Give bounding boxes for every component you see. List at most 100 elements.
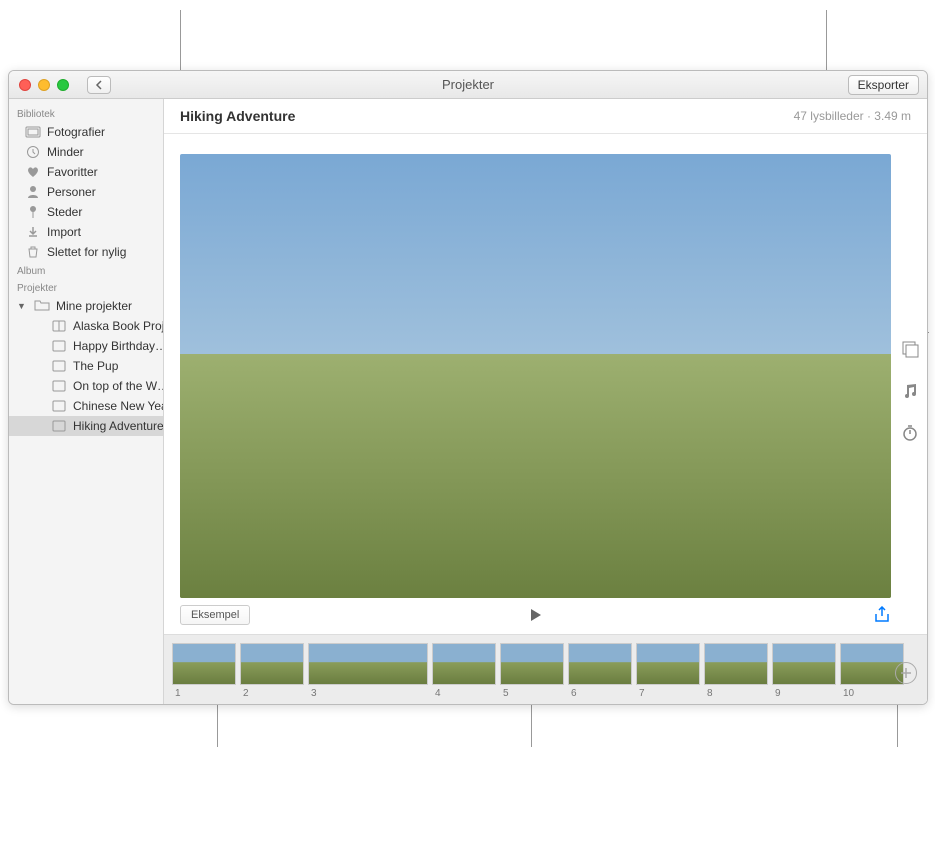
close-window-button[interactable]	[19, 79, 31, 91]
slideshow-icon	[51, 399, 67, 413]
sidebar-item-label: Hiking Adventure	[73, 419, 163, 433]
slideshow-icon	[51, 339, 67, 353]
slide-thumbnail[interactable]: 5	[500, 643, 564, 697]
slide-preview[interactable]	[180, 154, 891, 598]
sidebar-item-memories[interactable]: Minder	[9, 142, 163, 162]
sidebar-item-label: On top of the W…	[73, 379, 163, 393]
photos-icon	[25, 125, 41, 139]
window-title: Projekter	[9, 77, 927, 92]
export-button[interactable]: Eksporter	[848, 75, 919, 95]
sidebar-item-photos[interactable]: Fotografier	[9, 122, 163, 142]
sidebar-project-item-selected[interactable]: Hiking Adventure	[9, 416, 163, 436]
sidebar-item-label: Steder	[47, 205, 82, 219]
play-button[interactable]	[528, 607, 544, 623]
sidebar-item-label: Personer	[47, 185, 96, 199]
photo-subject	[540, 418, 620, 568]
sidebar-item-label: Minder	[47, 145, 84, 159]
thumbnail-number: 4	[435, 688, 441, 699]
thumbnail-number: 6	[571, 688, 577, 699]
sidebar-section-library: Bibliotek	[9, 105, 163, 122]
slideshow-icon	[51, 359, 67, 373]
sidebar-item-import[interactable]: Import	[9, 222, 163, 242]
zoom-window-button[interactable]	[57, 79, 69, 91]
sidebar-section-projects: Projekter	[9, 279, 163, 296]
slide-thumbnail[interactable]: 2	[240, 643, 304, 697]
sidebar-item-label: The Pup	[73, 359, 118, 373]
slide-thumbnail[interactable]: 4	[432, 643, 496, 697]
main-header: Hiking Adventure 47 lysbilleder · 3.49 m	[164, 99, 927, 134]
slideshow-icon	[51, 379, 67, 393]
stopwatch-icon	[901, 424, 919, 442]
sidebar-item-my-projects[interactable]: ▼ Mine projekter	[9, 296, 163, 316]
clock-icon	[25, 145, 41, 159]
slide-thumbnail[interactable]: 3	[308, 643, 428, 697]
person-icon	[25, 185, 41, 199]
timer-button[interactable]	[900, 423, 920, 443]
titlebar: Projekter Eksporter	[9, 71, 927, 99]
right-toolbar	[892, 339, 928, 443]
music-icon	[901, 382, 919, 400]
slide-thumbnail[interactable]: 6	[568, 643, 632, 697]
sidebar-project-item[interactable]: The Pup	[9, 356, 163, 376]
thumbnail-number: 7	[639, 688, 645, 699]
sidebar-section-album: Album	[9, 262, 163, 279]
thumbnail-strip[interactable]: 1 2 3 4 5 6 7 8 9 10	[164, 634, 927, 704]
slideshow-icon	[51, 419, 67, 433]
sidebar-item-label: Fotografier	[47, 125, 105, 139]
sidebar-item-label: Mine projekter	[56, 299, 132, 313]
app-window: Projekter Eksporter Bibliotek Fotografie…	[8, 70, 928, 705]
thumbnail-number: 5	[503, 688, 509, 699]
slide-thumbnail[interactable]: 7	[636, 643, 700, 697]
main-content: Hiking Adventure 47 lysbilleder · 3.49 m…	[164, 99, 927, 704]
thumbnail-number: 2	[243, 688, 249, 699]
sidebar-project-item[interactable]: On top of the W…	[9, 376, 163, 396]
sidebar-item-label: Favoritter	[47, 165, 98, 179]
sidebar-project-item[interactable]: Happy Birthday…	[9, 336, 163, 356]
download-icon	[25, 225, 41, 239]
minimize-window-button[interactable]	[38, 79, 50, 91]
thumbnail-number: 8	[707, 688, 713, 699]
thumbnail-number: 10	[843, 688, 854, 699]
sidebar-item-recently-deleted[interactable]: Slettet for nylig	[9, 242, 163, 262]
share-button[interactable]	[873, 606, 891, 624]
content-area: Bibliotek Fotografier Minder Favoritter …	[9, 99, 927, 704]
sidebar-item-label: Import	[47, 225, 81, 239]
sidebar-project-item[interactable]: Chinese New Year	[9, 396, 163, 416]
sidebar-item-label: Alaska Book Proj…	[73, 319, 163, 333]
heart-icon	[25, 165, 41, 179]
folder-icon	[34, 299, 50, 313]
music-button[interactable]	[900, 381, 920, 401]
book-icon	[51, 319, 67, 333]
sidebar-item-label: Slettet for nylig	[47, 245, 126, 259]
play-icon	[528, 607, 544, 623]
preview-controls: Eksempel	[180, 598, 891, 628]
thumbnail-number: 1	[175, 688, 181, 699]
sidebar-item-label: Happy Birthday…	[73, 339, 163, 353]
thumbnail-number: 3	[311, 688, 317, 699]
chevron-left-icon	[95, 80, 103, 90]
preview-button[interactable]: Eksempel	[180, 605, 250, 625]
project-meta: 47 lysbilleder · 3.49 m	[794, 109, 911, 123]
theme-icon	[901, 340, 919, 358]
theme-button[interactable]	[900, 339, 920, 359]
trash-icon	[25, 245, 41, 259]
back-button[interactable]	[87, 76, 111, 94]
sidebar: Bibliotek Fotografier Minder Favoritter …	[9, 99, 164, 704]
share-icon	[873, 606, 891, 624]
add-slide-button[interactable]	[895, 662, 917, 684]
project-title: Hiking Adventure	[180, 108, 295, 124]
slide-thumbnail[interactable]: 1	[172, 643, 236, 697]
slide-thumbnail[interactable]: 8	[704, 643, 768, 697]
pin-icon	[25, 205, 41, 219]
thumbnail-number: 9	[775, 688, 781, 699]
sidebar-item-people[interactable]: Personer	[9, 182, 163, 202]
plus-icon	[899, 666, 913, 680]
window-controls	[9, 79, 69, 91]
slide-thumbnail[interactable]: 9	[772, 643, 836, 697]
sidebar-project-item[interactable]: Alaska Book Proj…	[9, 316, 163, 336]
sidebar-item-favorites[interactable]: Favoritter	[9, 162, 163, 182]
sidebar-item-places[interactable]: Steder	[9, 202, 163, 222]
disclosure-triangle-icon[interactable]: ▼	[17, 301, 26, 311]
preview-area: Eksempel	[164, 134, 927, 634]
photo-subject	[350, 418, 430, 568]
